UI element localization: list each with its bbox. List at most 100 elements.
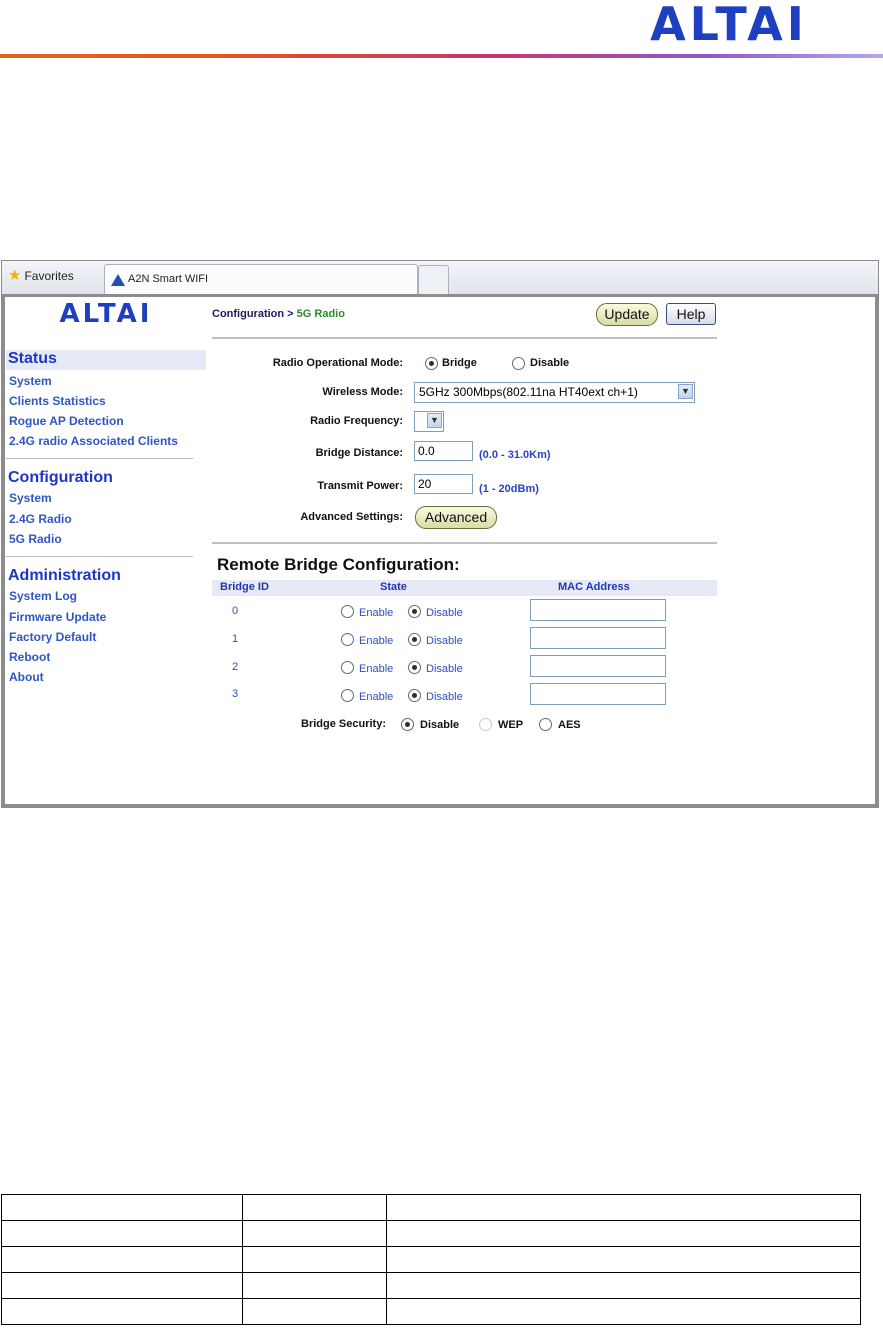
op-mode-bridge-label: Bridge xyxy=(442,357,477,369)
header-rule xyxy=(0,54,883,58)
bridge-3-enable-radio[interactable] xyxy=(341,689,354,702)
bridge-id: 1 xyxy=(231,633,239,645)
remote-bridge-header-row xyxy=(212,580,717,596)
favorites-button[interactable]: ★ Favorites xyxy=(8,267,74,284)
bridge-id: 3 xyxy=(231,688,239,700)
wireless-mode-select[interactable]: 5GHz 300Mbps(802.11na HT40ext ch+1) ▼ xyxy=(414,382,695,403)
table-cell xyxy=(242,1220,387,1247)
menu-item-associated-clients[interactable]: 2.4G radio Associated Clients xyxy=(9,434,178,448)
frame-border xyxy=(875,294,878,807)
table-row xyxy=(1,1194,861,1221)
table-cell xyxy=(242,1246,387,1273)
menu-item-rogue-ap-detection[interactable]: Rogue AP Detection xyxy=(9,414,124,428)
table-row xyxy=(1,1272,861,1299)
bridge-0-disable-radio[interactable] xyxy=(408,605,421,618)
new-tab-button[interactable] xyxy=(418,265,449,294)
bridge-2-disable-radio[interactable] xyxy=(408,661,421,674)
disable-label: Disable xyxy=(426,607,463,619)
op-mode-disable-label: Disable xyxy=(530,357,570,369)
enable-label: Enable xyxy=(359,635,394,647)
table-cell xyxy=(386,1272,861,1299)
table-cell xyxy=(1,1298,243,1325)
menu-item-factory-default[interactable]: Factory Default xyxy=(9,630,96,644)
breadcrumb-current: 5G Radio xyxy=(296,308,345,320)
help-button[interactable]: Help xyxy=(666,303,716,325)
table-row xyxy=(1,1246,861,1273)
app-logo-text: ALTAI xyxy=(60,302,153,324)
table-row xyxy=(1,1220,861,1247)
bridge-3-disable-radio[interactable] xyxy=(408,689,421,702)
op-mode-disable-radio[interactable] xyxy=(512,357,525,370)
table-cell xyxy=(1,1246,243,1273)
security-aes-radio[interactable] xyxy=(539,718,552,731)
op-mode-bridge-radio[interactable] xyxy=(425,357,438,370)
enable-label: Enable xyxy=(359,663,394,675)
menu-item-5g-radio[interactable]: 5G Radio xyxy=(9,532,62,546)
menu-section-status: Status xyxy=(8,350,57,367)
menu-section-configuration: Configuration xyxy=(8,469,113,486)
favorites-label: Favorites xyxy=(24,269,74,283)
menu-item-system-log[interactable]: System Log xyxy=(9,589,77,603)
table-cell xyxy=(1,1220,243,1247)
bridge-distance-input[interactable]: 0.0 xyxy=(414,441,473,461)
column-bridge-id: Bridge ID xyxy=(220,581,269,593)
menu-item-firmware-update[interactable]: Firmware Update xyxy=(9,610,106,624)
menu-item-about[interactable]: About xyxy=(9,670,44,684)
update-button[interactable]: Update xyxy=(596,303,658,326)
menu-item-reboot[interactable]: Reboot xyxy=(9,650,50,664)
enable-label: Enable xyxy=(359,691,394,703)
browser-screenshot: ★ Favorites A2N Smart WIFI ALTAI Status … xyxy=(1,260,879,808)
menu-item-config-system[interactable]: System xyxy=(9,491,52,505)
star-icon: ★ xyxy=(8,267,22,284)
browser-toolbar: ★ Favorites A2N Smart WIFI xyxy=(2,261,878,295)
bridge-1-disable-radio[interactable] xyxy=(408,633,421,646)
section-divider xyxy=(212,542,717,544)
column-state: State xyxy=(380,581,407,593)
table-row xyxy=(1,1298,861,1325)
bridge-distance-hint: (0.0 - 31.0Km) xyxy=(479,449,551,461)
op-mode-label: Radio Operational Mode: xyxy=(272,357,403,369)
bridge-2-enable-radio[interactable] xyxy=(341,661,354,674)
menu-item-2-4g-radio[interactable]: 2.4G Radio xyxy=(9,512,72,526)
chevron-down-icon: ▼ xyxy=(427,413,442,428)
chevron-down-icon: ▼ xyxy=(678,384,693,399)
security-wep-label: WEP xyxy=(498,719,524,731)
bridge-1-mac-input[interactable] xyxy=(530,627,666,649)
table-cell xyxy=(386,1194,861,1221)
remote-bridge-title: Remote Bridge Configuration: xyxy=(217,555,460,574)
security-wep-radio[interactable] xyxy=(479,718,492,731)
table-cell xyxy=(242,1298,387,1325)
wireless-mode-label: Wireless Mode: xyxy=(322,386,403,398)
document-table xyxy=(1,1194,861,1325)
menu-item-status-system[interactable]: System xyxy=(9,374,52,388)
radio-frequency-label: Radio Frequency: xyxy=(310,415,403,427)
table-cell xyxy=(242,1194,387,1221)
tab-title: A2N Smart WIFI xyxy=(128,273,209,285)
breadcrumb-separator: > xyxy=(284,308,297,320)
radio-frequency-select[interactable]: ▼ xyxy=(414,411,444,432)
bridge-3-mac-input[interactable] xyxy=(530,683,666,705)
transmit-power-input[interactable]: 20 xyxy=(414,474,473,494)
security-disable-label: Disable xyxy=(420,719,460,731)
bridge-security-label: Bridge Security: xyxy=(301,718,386,730)
table-cell xyxy=(1,1272,243,1299)
disable-label: Disable xyxy=(426,635,463,647)
bridge-id: 0 xyxy=(231,605,239,617)
bridge-0-enable-radio[interactable] xyxy=(341,605,354,618)
breadcrumb: Configuration > 5G Radio xyxy=(212,308,345,320)
bridge-2-mac-input[interactable] xyxy=(530,655,666,677)
menu-section-administration: Administration xyxy=(8,567,121,584)
table-cell xyxy=(386,1298,861,1325)
table-cell xyxy=(386,1246,861,1273)
browser-tab[interactable]: A2N Smart WIFI xyxy=(104,264,418,295)
bridge-distance-label: Bridge Distance: xyxy=(315,447,403,459)
frame-border xyxy=(2,804,878,807)
disable-label: Disable xyxy=(426,691,463,703)
bridge-id: 2 xyxy=(231,661,239,673)
bridge-1-enable-radio[interactable] xyxy=(341,633,354,646)
security-disable-radio[interactable] xyxy=(401,718,414,731)
menu-divider xyxy=(6,556,193,557)
bridge-0-mac-input[interactable] xyxy=(530,599,666,621)
menu-item-clients-statistics[interactable]: Clients Statistics xyxy=(9,394,106,408)
advanced-button[interactable]: Advanced xyxy=(415,506,497,529)
